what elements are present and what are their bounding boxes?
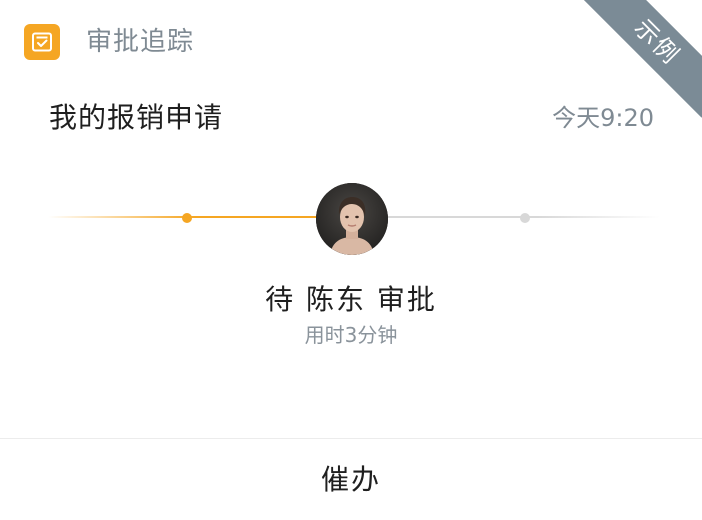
approval-status: 待 陈东 审批 — [265, 283, 437, 316]
approval-duration: 用时3分钟 — [304, 323, 398, 347]
progress-node-pending — [520, 213, 530, 223]
card-header: 审批追踪 — [24, 24, 194, 60]
urge-button-label: 催办 — [320, 462, 381, 496]
approver-avatar — [316, 183, 388, 255]
approval-tracking-card: 审批追踪 示例 我的报销申请 今天9:20 待 陈东 审批 用时3分钟 催办 — [0, 0, 702, 520]
progress-node-completed — [182, 213, 192, 223]
approval-doc-icon — [24, 24, 60, 60]
sample-ribbon-label: 示例 — [628, 13, 686, 71]
urge-button[interactable]: 催办 — [0, 439, 702, 520]
request-time: 今天9:20 — [552, 104, 654, 132]
request-subject: 我的报销申请 — [49, 101, 224, 134]
card-title: 审批追踪 — [86, 27, 195, 57]
